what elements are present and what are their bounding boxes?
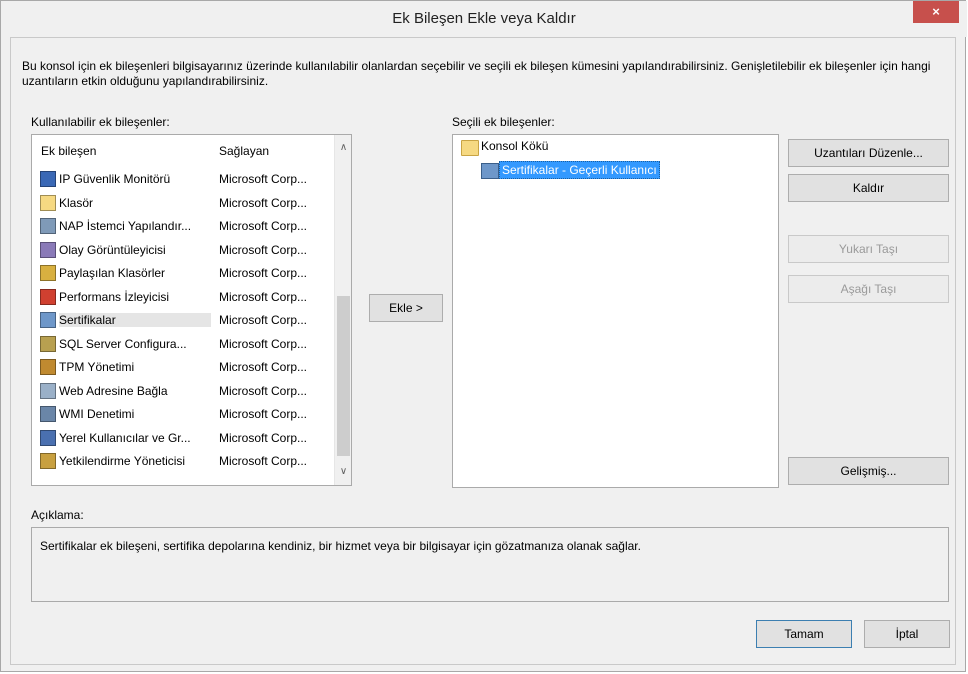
selected-snapins-tree[interactable]: Konsol Kökü Sertifikalar - Geçerli Kulla… (452, 134, 779, 488)
remove-button[interactable]: Kaldır (788, 174, 949, 202)
available-label: Kullanılabilir ek bileşenler: (31, 115, 170, 129)
tree-node-label: Konsol Kökü (481, 139, 549, 153)
snapin-name: Klasör (59, 195, 94, 210)
security-monitor-icon (40, 171, 56, 187)
folder-icon (40, 194, 56, 211)
description-label: Açıklama: (31, 508, 84, 522)
window-title: Ek Bileşen Ekle veya Kaldır (392, 10, 576, 27)
selected-label: Seçili ek bileşenler: (452, 115, 555, 129)
move-down-button[interactable]: Aşağı Taşı (788, 275, 949, 303)
description-text: Sertifikalar ek bileşeni, sertifika depo… (40, 539, 641, 553)
snapin-vendor: Microsoft Corp... (219, 430, 308, 445)
available-snapins-list[interactable]: Ek bileşen Sağlayan IP Güvenlik Monitörü… (31, 134, 352, 486)
list-item[interactable]: WMI Denetimi Microsoft Corp... (32, 403, 332, 426)
shared-folders-icon (40, 265, 56, 281)
intro-text: Bu konsol için ek bileşenleri bilgisayar… (22, 59, 931, 88)
move-up-button[interactable]: Yukarı Taşı (788, 235, 949, 263)
snapin-vendor: Microsoft Corp... (219, 219, 308, 233)
edit-extensions-button[interactable]: Uzantıları Düzenle... (788, 139, 949, 167)
list-item[interactable]: IP Güvenlik Monitörü Microsoft Corp... (32, 168, 332, 191)
web-link-icon (40, 382, 56, 399)
list-item[interactable]: NAP İstemci Yapılandır... Microsoft Corp.… (32, 215, 332, 238)
snapin-vendor: Microsoft Corp... (219, 336, 308, 351)
authorization-manager-icon (40, 453, 56, 469)
certificates-icon (481, 163, 499, 179)
list-item[interactable]: Olay Görüntüleyicisi Microsoft Corp... (32, 239, 332, 262)
list-item[interactable]: Klasör Microsoft Corp... (32, 192, 332, 215)
event-viewer-icon (40, 241, 56, 258)
snapin-name: TPM Yönetimi (59, 360, 135, 374)
list-item[interactable]: Yetkilendirme Yöneticisi Microsoft Corp..… (32, 450, 332, 473)
title-bar[interactable]: Ek Bileşen Ekle veya Kaldır × (1, 1, 967, 37)
snapin-vendor: Microsoft Corp... (219, 383, 308, 398)
snapin-vendor: Microsoft Corp... (219, 313, 308, 327)
add-button[interactable]: Ekle > (369, 294, 443, 322)
snapin-name: Performans İzleyicisi (59, 289, 170, 304)
snapin-name: Web Adresine Bağla (59, 383, 168, 398)
snapin-name: Olay Görüntüleyicisi (59, 242, 166, 257)
performance-monitor-icon (40, 288, 56, 305)
close-button[interactable]: × (913, 1, 959, 23)
wmi-control-icon (40, 406, 56, 422)
description-box: Sertifikalar ek bileşeni, sertifika depo… (31, 527, 949, 602)
cancel-button[interactable]: İptal (864, 620, 950, 648)
column-header-vendor[interactable]: Sağlayan (219, 144, 269, 158)
snapin-vendor: Microsoft Corp... (219, 407, 308, 421)
list-item[interactable]: Performans İzleyicisi Microsoft Corp... (32, 286, 332, 309)
column-header-snapin[interactable]: Ek bileşen (41, 144, 96, 158)
snapin-name: Paylaşılan Klasörler (59, 266, 166, 280)
sql-server-icon (40, 335, 56, 352)
snapin-name: Yerel Kullanıcılar ve Gr... (59, 430, 191, 445)
list-item[interactable]: TPM Yönetimi Microsoft Corp... (32, 356, 332, 379)
list-header: Ek bileşen Sağlayan (32, 135, 332, 165)
snapin-name: IP Güvenlik Monitörü (59, 172, 171, 186)
snapin-name: Yetkilendirme Yöneticisi (59, 454, 186, 468)
scroll-down-icon[interactable]: ∨ (335, 463, 351, 480)
snapin-vendor: Microsoft Corp... (219, 242, 308, 257)
scrollbar-thumb[interactable] (337, 296, 350, 456)
nap-client-icon (40, 218, 56, 234)
tree-node-label: Sertifikalar - Geçerli Kullanıcı (499, 161, 660, 179)
list-scrollbar[interactable]: ∧ ∨ (334, 135, 351, 485)
snapin-vendor: Microsoft Corp... (219, 266, 308, 280)
advanced-button[interactable]: Gelişmiş... (788, 457, 949, 485)
snapin-name: NAP İstemci Yapılandır... (59, 219, 192, 233)
snapin-vendor: Microsoft Corp... (219, 195, 308, 210)
snapin-vendor: Microsoft Corp... (219, 172, 308, 186)
list-item[interactable]: Web Adresine Bağla Microsoft Corp... (32, 380, 332, 403)
tpm-icon (40, 359, 56, 375)
scroll-up-icon[interactable]: ∧ (335, 139, 351, 156)
snapin-vendor: Microsoft Corp... (219, 360, 308, 374)
list-item[interactable]: Paylaşılan Klasörler Microsoft Corp... (32, 262, 332, 285)
list-item[interactable]: Sertifikalar Microsoft Corp... (32, 309, 332, 332)
snapin-name: WMI Denetimi (59, 407, 135, 421)
snapin-name: Sertifikalar (59, 313, 211, 327)
list-item[interactable]: Yerel Kullanıcılar ve Gr... Microsoft Cor… (32, 427, 332, 450)
local-users-icon (40, 429, 56, 446)
snapin-name: SQL Server Configura... (59, 336, 187, 351)
snapin-vendor: Microsoft Corp... (219, 289, 308, 304)
list-item[interactable]: SQL Server Configura... Microsoft Corp... (32, 333, 332, 356)
certificates-icon (40, 312, 56, 328)
snapin-vendor: Microsoft Corp... (219, 454, 308, 468)
folder-icon (461, 140, 479, 156)
ok-button[interactable]: Tamam (756, 620, 852, 648)
